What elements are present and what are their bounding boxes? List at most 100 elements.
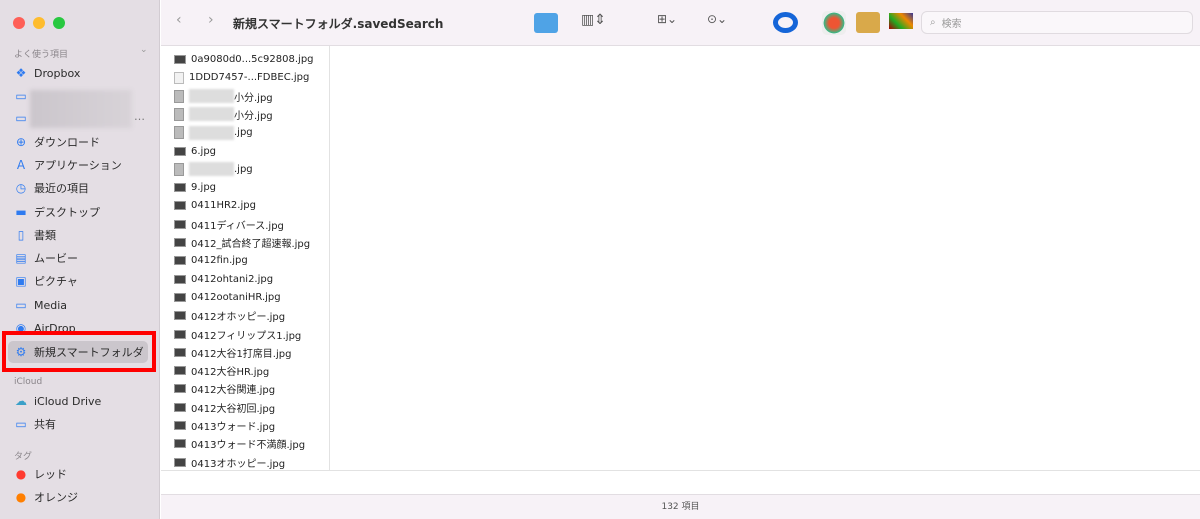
- file-name: 0412fin.jpg: [191, 255, 248, 267]
- file-name: 0413ウォード不満顔.jpg: [191, 440, 306, 452]
- image-thumbnail-icon: [174, 55, 186, 64]
- file-name: .jpg: [234, 163, 253, 175]
- file-row[interactable]: 0413ウォード.jpg: [174, 417, 275, 434]
- file-row[interactable]: 0412フィリップス1.jpg: [174, 326, 301, 343]
- ellipsis: …: [134, 110, 145, 123]
- file-row[interactable]: 0413オホッピー.jpg: [174, 454, 285, 471]
- file-row[interactable]: 0411ディバース.jpg: [174, 216, 284, 233]
- image-thumbnail-icon: [174, 183, 186, 193]
- sidebar-item-icloud-drive[interactable]: ☁ iCloud Drive: [14, 391, 154, 411]
- sidebar-item-label: Media: [34, 298, 68, 312]
- sidebar-item-label: iCloud Drive: [34, 394, 102, 408]
- sidebar-item-recents[interactable]: ◷ 最近の項目: [14, 178, 154, 198]
- file-row[interactable]: .jpg: [174, 161, 253, 178]
- column-view-button[interactable]: ▥⇕: [581, 12, 606, 28]
- file-name: 0411ディバース.jpg: [191, 220, 284, 232]
- file-name: 0412ootaniHR.jpg: [191, 291, 281, 303]
- sidebar-item-documents[interactable]: ▯ 書類: [14, 225, 154, 245]
- sidebar-item-label: デスクトップ: [34, 206, 100, 219]
- sidebar-item-label: レッド: [34, 468, 67, 481]
- sidebar-item-pictures[interactable]: ▣ ピクチャ: [14, 271, 154, 291]
- file-row[interactable]: 0412ohtani2.jpg: [174, 271, 273, 288]
- app-icon[interactable]: [822, 11, 846, 35]
- file-row[interactable]: 0412_試合終了超速報.jpg: [174, 234, 310, 251]
- image-thumbnail-icon: [174, 256, 186, 266]
- file-row[interactable]: 0412オホッピー.jpg: [174, 307, 285, 324]
- cloud-icon: ☁: [15, 394, 27, 408]
- file-name: .jpg: [234, 127, 253, 139]
- file-name: 0412大谷初回.jpg: [191, 403, 276, 415]
- toolbar: ‹ › 新規スマートフォルダ.savedSearch ▥⇕ ⊞⌄ ⊙⌄ ⌕ 検索: [161, 0, 1200, 46]
- picture-icon: ▣: [15, 274, 27, 288]
- back-button[interactable]: ‹: [176, 12, 182, 28]
- red-tag-dot-icon: ●: [15, 467, 27, 481]
- file-name: 6.jpg: [191, 145, 217, 157]
- download-icon: ⊕: [15, 135, 27, 149]
- image-thumbnail-icon: [174, 71, 184, 84]
- close-button[interactable]: [13, 17, 25, 29]
- file-row[interactable]: 小分.jpg: [174, 106, 273, 123]
- sidebar-item-applications[interactable]: A アプリケーション: [14, 155, 154, 175]
- sidebar-tag-red[interactable]: ● レッド: [14, 464, 154, 484]
- file-row[interactable]: 6.jpg: [174, 143, 216, 160]
- sidebar-item-label: 書類: [34, 229, 56, 242]
- minimize-button[interactable]: [33, 17, 45, 29]
- more-actions-button[interactable]: ⊙⌄: [707, 12, 727, 26]
- image-thumbnail-icon: [174, 201, 186, 211]
- app-icon[interactable]: [856, 12, 880, 33]
- image-thumbnail-icon: [174, 457, 186, 467]
- file-name: 1DDD7457-...FDBEC.jpg: [189, 72, 310, 84]
- file-row[interactable]: 0412大谷初回.jpg: [174, 399, 275, 416]
- orange-tag-dot-icon: ●: [15, 490, 27, 504]
- image-thumbnail-icon: [174, 402, 186, 412]
- redacted-name: [189, 107, 234, 122]
- sidebar-item-label: ピクチャ: [34, 275, 78, 288]
- file-row[interactable]: 0412ootaniHR.jpg: [174, 289, 281, 306]
- image-thumbnail-icon: [174, 219, 186, 229]
- sidebar-item-movies[interactable]: ▤ ムービー: [14, 248, 154, 268]
- document-icon: ▯: [17, 228, 25, 242]
- image-thumbnail-icon: [174, 421, 186, 430]
- file-row[interactable]: .jpg: [174, 124, 253, 141]
- folder-icon[interactable]: [534, 13, 558, 33]
- file-name: 小分.jpg: [234, 110, 273, 122]
- redacted-names: [30, 90, 132, 128]
- file-row[interactable]: 0a9080d0...5c92808.jpg: [174, 51, 314, 68]
- file-row[interactable]: 0412fin.jpg: [174, 252, 248, 269]
- image-thumbnail-icon: [174, 329, 186, 339]
- sidebar-item-dropbox[interactable]: ❖ Dropbox: [14, 63, 154, 83]
- app-icon[interactable]: [889, 13, 913, 29]
- file-name: 0412大谷1打席目.jpg: [191, 348, 292, 360]
- forward-button[interactable]: ›: [208, 12, 214, 28]
- redacted-name: [189, 89, 234, 104]
- file-row[interactable]: 0412大谷関連.jpg: [174, 380, 275, 397]
- sidebar-tag-orange[interactable]: ● オレンジ: [14, 487, 154, 507]
- file-row[interactable]: 1DDD7457-...FDBEC.jpg: [174, 69, 309, 86]
- group-button[interactable]: ⊞⌄: [657, 12, 677, 26]
- file-row[interactable]: 0413ウォード不満顔.jpg: [174, 435, 305, 452]
- image-thumbnail-icon: [174, 366, 186, 376]
- dropbox-icon: ❖: [15, 66, 27, 80]
- file-row[interactable]: 9.jpg: [174, 179, 216, 196]
- zoom-button[interactable]: [53, 17, 65, 29]
- sidebar-item-media[interactable]: ▭ Media: [14, 295, 154, 315]
- file-row[interactable]: 0412大谷HR.jpg: [174, 362, 269, 379]
- sidebar-item-shared[interactable]: ▭ 共有: [14, 414, 154, 434]
- file-row[interactable]: 小分.jpg: [174, 88, 273, 105]
- image-thumbnail-icon: [174, 238, 186, 247]
- file-row[interactable]: 0412大谷1打席目.jpg: [174, 344, 291, 361]
- sidebar-item-label: 最近の項目: [34, 182, 89, 195]
- file-list: 0a9080d0...5c92808.jpg 1DDD7457-...FDBEC.…: [161, 46, 330, 470]
- search-placeholder: 検索: [941, 19, 962, 30]
- sidebar-item-label: ムービー: [34, 252, 78, 265]
- sidebar-item-downloads[interactable]: ⊕ ダウンロード: [14, 132, 154, 152]
- chevron-down-icon[interactable]: ⌄: [140, 45, 148, 55]
- search-input[interactable]: ⌕ 検索: [921, 11, 1193, 34]
- file-row[interactable]: 0411HR2.jpg: [174, 197, 256, 214]
- sidebar-item-desktop[interactable]: ▬ デスクトップ: [14, 202, 154, 222]
- applications-icon: A: [16, 158, 26, 172]
- tags-header: タグ: [14, 452, 33, 462]
- app-icon[interactable]: [773, 12, 798, 33]
- folder-icon: ▭: [15, 89, 27, 103]
- favorites-header: よく使う項目: [14, 50, 69, 60]
